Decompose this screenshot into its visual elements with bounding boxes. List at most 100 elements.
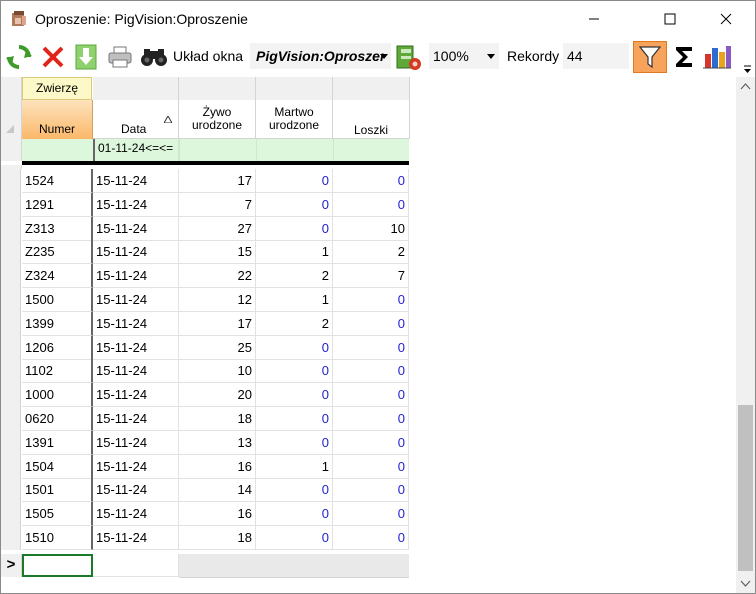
layout-dropdown[interactable]: PigVision:Oproszeı xyxy=(250,43,391,69)
cell-martwo[interactable]: 1 xyxy=(256,288,333,312)
cell-zywo[interactable]: 16 xyxy=(179,455,256,479)
cell-data[interactable]: 15-11-24 xyxy=(93,407,179,431)
cell-loszki[interactable]: 0 xyxy=(333,502,409,526)
column-header-zywo[interactable]: Żywo urodzone xyxy=(179,100,256,139)
cell-zywo[interactable]: 22 xyxy=(179,264,256,288)
column-header-data[interactable]: Data xyxy=(93,100,179,139)
row-selector[interactable] xyxy=(1,240,21,264)
scrollbar-thumb[interactable] xyxy=(738,405,753,571)
close-button[interactable] xyxy=(703,1,749,37)
cell-loszki[interactable]: 0 xyxy=(333,312,409,336)
cell-data[interactable]: 15-11-24 xyxy=(93,336,179,360)
row-selector[interactable] xyxy=(1,526,21,550)
zoom-dropdown[interactable]: 100% xyxy=(429,43,499,69)
cell-numer[interactable]: 0620 xyxy=(22,407,93,431)
cell-loszki[interactable]: 0 xyxy=(333,336,409,360)
cell-numer[interactable]: 1510 xyxy=(22,526,93,550)
cell-data[interactable]: 15-11-24 xyxy=(93,240,179,264)
cell-loszki[interactable]: 0 xyxy=(333,455,409,479)
maximize-button[interactable] xyxy=(647,1,693,37)
vertical-scrollbar[interactable] xyxy=(736,77,755,593)
cell-data[interactable]: 15-11-24 xyxy=(93,502,179,526)
cell-zywo[interactable]: 25 xyxy=(179,336,256,360)
binoculars-button[interactable] xyxy=(138,41,170,73)
cell-martwo[interactable]: 0 xyxy=(256,193,333,217)
cell-martwo[interactable]: 0 xyxy=(256,502,333,526)
column-header-numer[interactable]: Numer xyxy=(22,100,93,139)
row-selector[interactable] xyxy=(1,264,21,288)
cell-martwo[interactable]: 0 xyxy=(256,336,333,360)
cell-loszki[interactable]: 0 xyxy=(333,169,409,193)
cell-numer[interactable]: Z313 xyxy=(22,217,93,241)
row-selector[interactable] xyxy=(1,312,21,336)
cell-data[interactable]: 15-11-24 xyxy=(93,431,179,455)
row-selector[interactable] xyxy=(1,455,21,479)
cell-zywo[interactable]: 10 xyxy=(179,359,256,383)
row-selector[interactable] xyxy=(1,383,21,407)
cell-data[interactable]: 15-11-24 xyxy=(93,478,179,502)
cell-martwo[interactable]: 0 xyxy=(256,431,333,455)
cell-loszki[interactable]: 7 xyxy=(333,264,409,288)
cell-martwo[interactable]: 0 xyxy=(256,383,333,407)
sum-button[interactable] xyxy=(670,41,698,73)
cell-loszki[interactable]: 0 xyxy=(333,431,409,455)
row-selector[interactable] xyxy=(1,336,21,360)
cell-numer[interactable]: 1500 xyxy=(22,288,93,312)
cell-loszki[interactable]: 2 xyxy=(333,240,409,264)
cell-loszki[interactable]: 0 xyxy=(333,478,409,502)
column-header-loszki[interactable]: Loszki xyxy=(333,100,410,139)
cell-numer[interactable]: 1391 xyxy=(22,431,93,455)
cell-martwo[interactable]: 0 xyxy=(256,169,333,193)
cell-data[interactable]: 15-11-24 xyxy=(93,288,179,312)
cell-data[interactable]: 15-11-24 xyxy=(93,217,179,241)
cell-zywo[interactable]: 17 xyxy=(179,169,256,193)
cell-martwo[interactable]: 0 xyxy=(256,407,333,431)
cell-zywo[interactable]: 17 xyxy=(179,312,256,336)
toolbar-overflow-chevron-icon[interactable] xyxy=(743,65,752,74)
cell-martwo[interactable]: 2 xyxy=(256,264,333,288)
cell-martwo[interactable]: 0 xyxy=(256,359,333,383)
row-selector[interactable] xyxy=(1,478,21,502)
cell-zywo[interactable]: 20 xyxy=(179,383,256,407)
cell-numer[interactable]: 1501 xyxy=(22,478,93,502)
cell-zywo[interactable]: 12 xyxy=(179,288,256,312)
cell-data[interactable]: 15-11-24 xyxy=(93,312,179,336)
row-selector[interactable] xyxy=(1,359,21,383)
cell-zywo[interactable]: 13 xyxy=(179,431,256,455)
cell-data[interactable]: 15-11-24 xyxy=(93,526,179,550)
cell-numer[interactable]: 1505 xyxy=(22,502,93,526)
cell-loszki[interactable]: 10 xyxy=(333,217,409,241)
cell-numer[interactable]: 1206 xyxy=(22,336,93,360)
row-selector[interactable] xyxy=(1,502,21,526)
row-selector[interactable] xyxy=(1,288,21,312)
cell-martwo[interactable]: 0 xyxy=(256,478,333,502)
row-selector[interactable] xyxy=(1,193,21,217)
grid-corner[interactable] xyxy=(1,77,22,140)
cell-zywo[interactable]: 14 xyxy=(179,478,256,502)
cell-numer[interactable]: 1102 xyxy=(22,359,93,383)
cell-zywo[interactable]: 16 xyxy=(179,502,256,526)
cell-numer[interactable]: 1524 xyxy=(22,169,93,193)
minimize-button[interactable] xyxy=(571,1,617,37)
new-row-data-cell[interactable] xyxy=(93,554,179,577)
new-row-numer-input[interactable] xyxy=(22,554,93,577)
cell-numer[interactable]: 1000 xyxy=(22,383,93,407)
layout-settings-button[interactable] xyxy=(393,41,425,73)
cell-martwo[interactable]: 1 xyxy=(256,455,333,479)
cell-zywo[interactable]: 18 xyxy=(179,526,256,550)
cell-zywo[interactable]: 7 xyxy=(179,193,256,217)
cell-numer[interactable]: 1504 xyxy=(22,455,93,479)
cell-data[interactable]: 15-11-24 xyxy=(93,193,179,217)
cell-loszki[interactable]: 0 xyxy=(333,526,409,550)
filter-data-input[interactable]: 01-11-24<=<= xyxy=(93,139,179,161)
cell-numer[interactable]: 1291 xyxy=(22,193,93,217)
scroll-up-arrow-icon[interactable] xyxy=(736,77,755,97)
cell-data[interactable]: 15-11-24 xyxy=(93,455,179,479)
cell-loszki[interactable]: 0 xyxy=(333,383,409,407)
cell-loszki[interactable]: 0 xyxy=(333,407,409,431)
cell-zywo[interactable]: 27 xyxy=(179,217,256,241)
row-selector[interactable] xyxy=(1,217,21,241)
cell-data[interactable]: 15-11-24 xyxy=(93,383,179,407)
cell-martwo[interactable]: 0 xyxy=(256,217,333,241)
cell-zywo[interactable]: 15 xyxy=(179,240,256,264)
